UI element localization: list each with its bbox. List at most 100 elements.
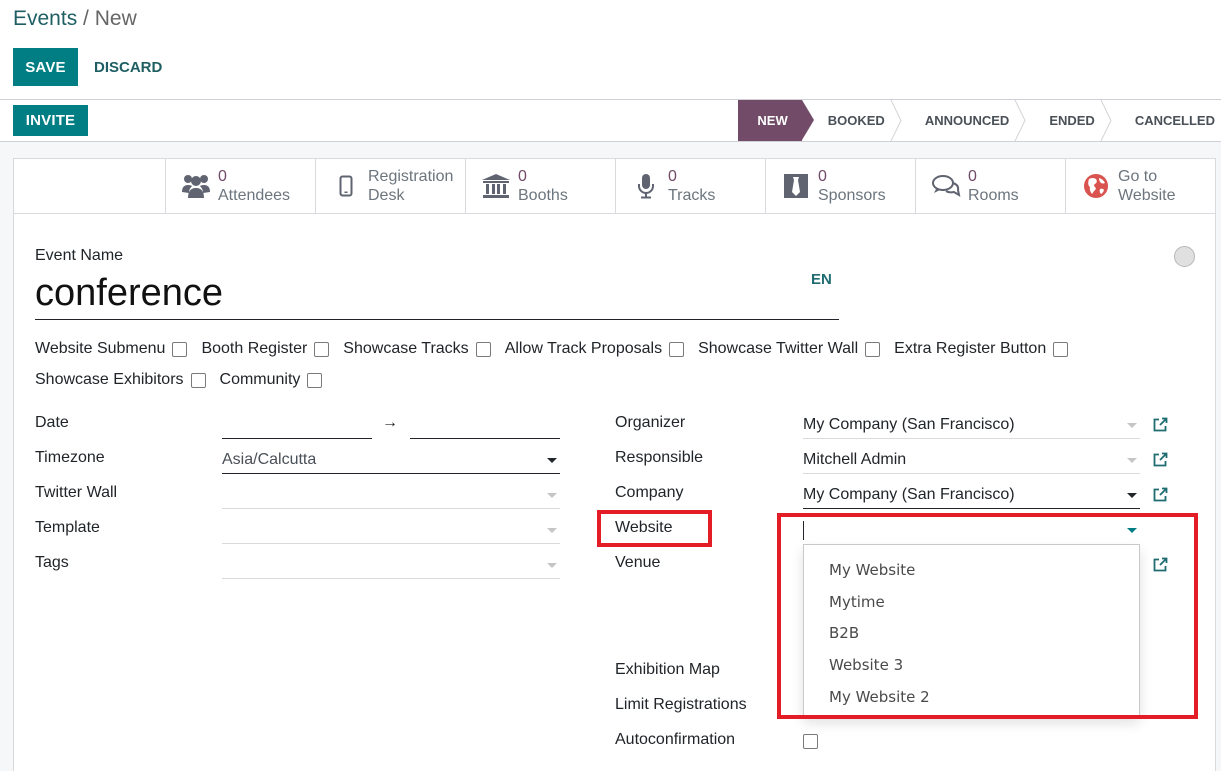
responsible-select[interactable]: Mitchell Admin — [803, 449, 1140, 474]
users-icon — [180, 171, 212, 201]
breadcrumb: Events / New — [13, 7, 137, 31]
company-value: My Company (San Francisco) — [803, 486, 1015, 503]
sponsors-label: Sponsors — [818, 187, 886, 204]
status-bar: INVITE NEW BOOKED ANNOUNCED ENDED CANCEL… — [0, 100, 1221, 142]
go-to-website-button[interactable]: Go to Website — [1065, 159, 1215, 213]
website-options-row-2: Showcase Exhibitors Community — [35, 371, 1185, 389]
booth-register-label: Booth Register — [201, 340, 308, 357]
date-label: Date — [35, 414, 69, 431]
rooms-label: Rooms — [968, 187, 1019, 204]
tracks-count: 0 — [668, 168, 677, 185]
stage-new[interactable]: NEW — [738, 100, 815, 141]
booths-button[interactable]: 0 Booths — [465, 159, 615, 213]
exhibition-map-label: Exhibition Map — [615, 661, 720, 678]
event-name-label: Event Name — [35, 247, 124, 264]
organizer-value: My Company (San Francisco) — [803, 416, 1015, 433]
invite-button[interactable]: INVITE — [13, 105, 88, 136]
event-name-input[interactable]: conference — [35, 271, 839, 320]
microphone-icon — [630, 171, 662, 201]
timezone-label: Timezone — [35, 449, 105, 466]
stage-pipeline: NEW BOOKED ANNOUNCED ENDED CANCELLED — [738, 100, 1221, 141]
allow-track-proposals-checkbox[interactable] — [669, 341, 685, 357]
registration-label: Registration — [368, 168, 454, 185]
timezone-value: Asia/Calcutta — [222, 451, 317, 468]
template-select[interactable] — [222, 519, 560, 544]
showcase-tracks-checkbox[interactable] — [475, 341, 491, 357]
tags-select[interactable] — [222, 554, 560, 579]
website-submenu-checkbox[interactable] — [172, 341, 188, 357]
venue-label: Venue — [615, 554, 661, 571]
community-checkbox[interactable] — [307, 372, 323, 388]
attendees-button[interactable]: 0 Attendees — [165, 159, 315, 213]
allow-track-proposals-label: Allow Track Proposals — [504, 340, 663, 357]
template-label: Template — [35, 519, 100, 536]
tracks-label: Tracks — [668, 187, 716, 204]
autoconfirmation-label: Autoconfirmation — [615, 731, 736, 748]
breadcrumb-events-link[interactable]: Events — [13, 7, 77, 30]
showcase-twitter-wall-checkbox[interactable] — [865, 341, 881, 357]
go-to-label: Go to — [1118, 168, 1158, 185]
stage-booked[interactable]: BOOKED — [802, 100, 902, 141]
extra-register-button-label: Extra Register Button — [894, 340, 1047, 357]
extra-register-button-checkbox[interactable] — [1053, 341, 1069, 357]
booths-label: Booths — [518, 187, 568, 204]
chevron-down-icon — [1127, 423, 1137, 428]
responsible-label: Responsible — [615, 449, 704, 466]
save-button[interactable]: SAVE — [13, 48, 78, 86]
attendees-label: Attendees — [218, 187, 291, 204]
booths-count: 0 — [518, 168, 527, 185]
date-start-input[interactable] — [222, 414, 372, 439]
showcase-exhibitors-label: Showcase Exhibitors — [35, 371, 184, 388]
sponsors-button[interactable]: 0 Sponsors — [765, 159, 915, 213]
chevron-down-icon — [547, 458, 557, 463]
stage-cancelled[interactable]: CANCELLED — [1109, 100, 1221, 141]
community-label: Community — [219, 371, 301, 388]
tags-label: Tags — [35, 554, 69, 571]
breadcrumb-current: New — [94, 7, 137, 30]
registration-desk-button[interactable]: Registration Desk — [315, 159, 465, 213]
rooms-count: 0 — [968, 168, 977, 185]
organizer-select[interactable]: My Company (San Francisco) — [803, 414, 1140, 439]
twitter-wall-select[interactable] — [222, 484, 560, 509]
bank-icon — [480, 171, 512, 201]
stage-label: CANCELLED — [1134, 113, 1215, 128]
company-select[interactable]: My Company (San Francisco) — [803, 484, 1140, 509]
showcase-tracks-label: Showcase Tracks — [343, 340, 469, 357]
stage-label: ENDED — [1049, 113, 1095, 128]
website-label: Website — [1118, 187, 1176, 204]
tracks-button[interactable]: 0 Tracks — [615, 159, 765, 213]
breadcrumb-separator: / — [77, 7, 95, 30]
external-link-icon[interactable] — [1152, 452, 1168, 468]
tie-icon — [780, 171, 812, 201]
limit-registrations-label: Limit Registrations — [615, 696, 747, 713]
stage-label: BOOKED — [827, 113, 885, 128]
stage-announced[interactable]: ANNOUNCED — [899, 100, 1026, 141]
website-submenu-label: Website Submenu — [35, 340, 166, 357]
chevron-down-icon — [1127, 458, 1137, 463]
globe-icon — [1080, 171, 1112, 201]
kanban-state-indicator[interactable] — [1174, 246, 1195, 267]
stage-label: ANNOUNCED — [924, 113, 1010, 128]
website-options-row: Website Submenu Booth Register Showcase … — [35, 340, 1185, 358]
language-button[interactable]: EN — [811, 271, 832, 288]
rooms-button[interactable]: 0 Rooms — [915, 159, 1065, 213]
discard-button[interactable]: DISCARD — [86, 48, 170, 86]
website-dropdown-highlight — [777, 513, 1198, 719]
attendees-count: 0 — [218, 168, 227, 185]
smart-button-box: 0 Attendees Registration Desk 0 Booths 0 Tra… — [14, 159, 1215, 214]
control-panel: Events / New SAVE DISCARD — [0, 0, 1221, 100]
chevron-down-icon — [547, 493, 557, 498]
stage-label: NEW — [757, 113, 788, 128]
timezone-select[interactable]: Asia/Calcutta — [222, 449, 560, 474]
company-label: Company — [615, 484, 684, 501]
external-link-icon[interactable] — [1152, 487, 1168, 503]
date-end-input[interactable] — [410, 414, 560, 439]
chevron-down-icon — [547, 528, 557, 533]
autoconfirmation-checkbox[interactable] — [803, 734, 818, 749]
twitter-wall-label: Twitter Wall — [35, 484, 118, 501]
stage-ended[interactable]: ENDED — [1023, 100, 1112, 141]
booth-register-checkbox[interactable] — [314, 341, 330, 357]
organizer-label: Organizer — [615, 414, 686, 431]
showcase-exhibitors-checkbox[interactable] — [190, 372, 206, 388]
external-link-icon[interactable] — [1152, 417, 1168, 433]
